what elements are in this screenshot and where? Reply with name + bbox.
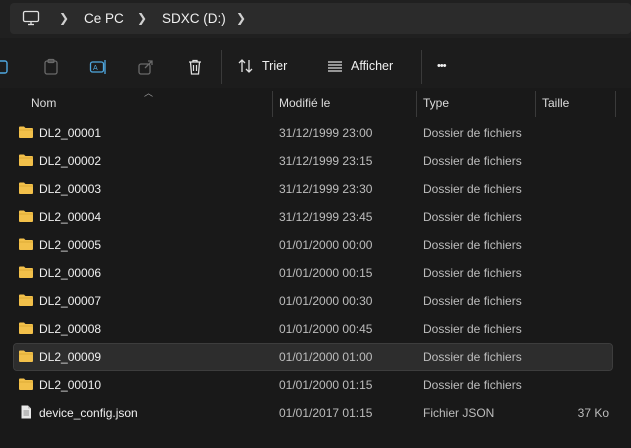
share-icon[interactable]: [137, 58, 155, 76]
list-item[interactable]: DL2_00008 01/01/2000 00:45 Dossier de fi…: [14, 316, 612, 342]
list-item[interactable]: DL2_00006 01/01/2000 00:15 Dossier de fi…: [14, 260, 612, 286]
list-item[interactable]: DL2_00004 31/12/1999 23:45 Dossier de fi…: [14, 204, 612, 230]
folder-icon: [19, 238, 33, 250]
copy-icon[interactable]: [0, 58, 11, 76]
delete-icon[interactable]: [186, 58, 204, 76]
file-name: DL2_00003: [39, 182, 102, 196]
sort-icon: [238, 59, 253, 73]
file-type: Dossier de fichiers: [423, 294, 522, 308]
file-name: DL2_00009: [39, 350, 102, 364]
file-modified: 01/01/2017 01:15: [279, 406, 373, 420]
file-name: DL2_00008: [39, 322, 102, 336]
list-item[interactable]: DL2_00009 01/01/2000 01:00 Dossier de fi…: [13, 343, 613, 371]
command-bar: A Trier Afficher •••: [0, 38, 631, 94]
file-type: Dossier de fichiers: [423, 126, 522, 140]
file-name: DL2_00007: [39, 294, 102, 308]
folder-icon: [19, 182, 33, 194]
file-modified: 01/01/2000 00:00: [279, 238, 373, 252]
column-header-name[interactable]: Nom: [31, 88, 56, 118]
toolbar-divider: [421, 50, 422, 84]
more-options-button[interactable]: •••: [437, 54, 461, 78]
file-modified: 01/01/2000 01:15: [279, 378, 373, 392]
file-type: Dossier de fichiers: [423, 182, 522, 196]
file-name: DL2_00001: [39, 126, 102, 140]
list-item[interactable]: DL2_00007 01/01/2000 00:30 Dossier de fi…: [14, 288, 612, 314]
breadcrumb[interactable]: ❯ Ce PC ❯ SDXC (D:) ❯: [10, 3, 631, 34]
folder-icon: [19, 210, 33, 222]
file-size: 37 Ko: [577, 406, 609, 420]
rename-icon[interactable]: A: [89, 58, 107, 76]
sort-ascending-icon: ︿: [144, 88, 154, 98]
list-item[interactable]: DL2_00002 31/12/1999 23:15 Dossier de fi…: [14, 148, 612, 174]
column-header-row: ︿ Nom Modifié le Type Taille: [0, 88, 631, 118]
monitor-icon[interactable]: [22, 10, 40, 26]
folder-icon: [19, 294, 33, 306]
folder-icon: [19, 266, 33, 278]
column-header-type[interactable]: Type: [423, 88, 449, 118]
file-type: Dossier de fichiers: [423, 378, 522, 392]
file-type: Dossier de fichiers: [423, 266, 522, 280]
more-icon: •••: [437, 60, 447, 72]
address-bar: ❯ Ce PC ❯ SDXC (D:) ❯: [0, 0, 631, 38]
chevron-right-icon[interactable]: ❯: [137, 3, 147, 34]
column-header-size[interactable]: Taille: [542, 88, 569, 118]
file-type: Dossier de fichiers: [423, 350, 522, 364]
breadcrumb-sdxc[interactable]: SDXC (D:): [162, 3, 226, 34]
file-name: DL2_00004: [39, 210, 102, 224]
toolbar-divider: [221, 50, 222, 84]
file-type: Dossier de fichiers: [423, 154, 522, 168]
file-name: DL2_00005: [39, 238, 102, 252]
view-button[interactable]: Afficher: [326, 54, 406, 78]
paste-icon[interactable]: [42, 58, 60, 76]
file-type: Dossier de fichiers: [423, 238, 522, 252]
folder-icon: [19, 154, 33, 166]
svg-text:A: A: [93, 65, 98, 72]
file-modified: 01/01/2000 00:15: [279, 266, 373, 280]
file-modified: 01/01/2000 00:30: [279, 294, 373, 308]
json-file-icon: [21, 405, 31, 419]
folder-icon: [19, 126, 33, 138]
column-divider[interactable]: [615, 91, 616, 117]
view-label: Afficher: [351, 59, 394, 73]
file-name: DL2_00002: [39, 154, 102, 168]
list-item[interactable]: DL2_00010 01/01/2000 01:15 Dossier de fi…: [14, 372, 612, 398]
file-type: Dossier de fichiers: [423, 210, 522, 224]
sort-button[interactable]: Trier: [237, 54, 297, 78]
list-item[interactable]: DL2_00003 31/12/1999 23:30 Dossier de fi…: [14, 176, 612, 202]
column-divider[interactable]: [272, 91, 273, 117]
chevron-right-icon[interactable]: ❯: [236, 3, 246, 34]
file-name: device_config.json: [39, 406, 138, 420]
file-type: Fichier JSON: [423, 406, 495, 420]
column-divider[interactable]: [416, 91, 417, 117]
list-item[interactable]: device_config.json 01/01/2017 01:15 Fich…: [14, 400, 612, 426]
file-modified: 31/12/1999 23:00: [279, 126, 373, 140]
list-item[interactable]: DL2_00001 31/12/1999 23:00 Dossier de fi…: [14, 120, 612, 146]
column-divider[interactable]: [535, 91, 536, 117]
file-type: Dossier de fichiers: [423, 322, 522, 336]
folder-icon: [19, 350, 33, 362]
file-modified: 31/12/1999 23:30: [279, 182, 373, 196]
folder-icon: [19, 378, 33, 390]
folder-icon: [19, 322, 33, 334]
file-modified: 31/12/1999 23:45: [279, 210, 373, 224]
view-icon: [328, 61, 342, 72]
file-name: DL2_00010: [39, 378, 102, 392]
file-modified: 01/01/2000 00:45: [279, 322, 373, 336]
file-modified: 31/12/1999 23:15: [279, 154, 373, 168]
list-item[interactable]: DL2_00005 01/01/2000 00:00 Dossier de fi…: [14, 232, 612, 258]
sort-label: Trier: [262, 59, 288, 73]
breadcrumb-ce-pc[interactable]: Ce PC: [84, 3, 124, 34]
chevron-right-icon[interactable]: ❯: [59, 3, 69, 34]
file-modified: 01/01/2000 01:00: [279, 350, 373, 364]
file-name: DL2_00006: [39, 266, 102, 280]
column-header-modified[interactable]: Modifié le: [279, 88, 330, 118]
